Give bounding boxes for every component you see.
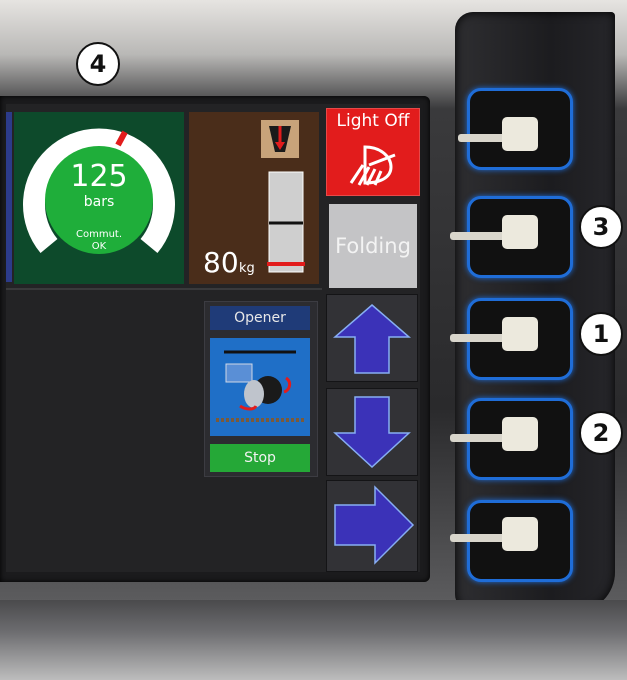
hitch-weight-display: 80 kg <box>203 120 305 279</box>
screen-divider <box>6 288 322 290</box>
opener-label: Opener <box>210 306 310 330</box>
opener-image[interactable] <box>210 338 310 436</box>
arrow-down-button[interactable] <box>326 388 418 476</box>
button-cap-5 <box>502 517 538 551</box>
hitch-weight-tile: 80 kg <box>189 112 319 284</box>
button-pointer-5 <box>450 534 508 542</box>
callout-4: 4 <box>76 42 120 86</box>
gauge-status-line2: OK <box>92 241 107 252</box>
gauge-value: 125 <box>70 159 127 194</box>
arrow-up-button[interactable] <box>326 294 418 382</box>
button-cap-1 <box>502 117 538 151</box>
opener-stop-button[interactable]: Stop <box>210 444 310 472</box>
button-pointer-4 <box>450 434 508 442</box>
light-off-button[interactable]: Light Off <box>326 108 420 196</box>
arrow-up-icon <box>332 304 412 374</box>
button-pointer-3 <box>450 334 508 342</box>
pressure-gauge-tile: 125 bars Commut. OK <box>14 112 184 284</box>
opener-disc-icon <box>216 350 304 422</box>
callout-3: 3 <box>579 205 623 249</box>
button-cap-3 <box>502 317 538 351</box>
headlight-icon <box>349 145 396 186</box>
gauge-status-line1: Commut. <box>76 229 122 240</box>
gauge-unit: bars <box>84 194 115 210</box>
hitch-lift-icon <box>261 120 299 158</box>
button-pointer-2 <box>450 232 508 240</box>
arrow-right-button[interactable] <box>326 480 418 572</box>
folding-button[interactable]: Folding <box>329 204 417 288</box>
previous-tile-edge <box>6 112 12 282</box>
arrow-down-icon <box>333 396 411 469</box>
button-cap-4 <box>502 417 538 451</box>
button-cap-2 <box>502 215 538 249</box>
light-off-label: Light Off <box>336 111 410 131</box>
arrow-right-icon <box>334 485 415 565</box>
callout-2: 2 <box>579 411 623 455</box>
bezel-bottom <box>0 600 627 680</box>
weight-unit: kg <box>239 261 255 276</box>
weight-value: 80 <box>203 246 239 279</box>
pressure-gauge: 125 bars Commut. OK <box>23 128 175 254</box>
callout-1: 1 <box>579 312 623 356</box>
